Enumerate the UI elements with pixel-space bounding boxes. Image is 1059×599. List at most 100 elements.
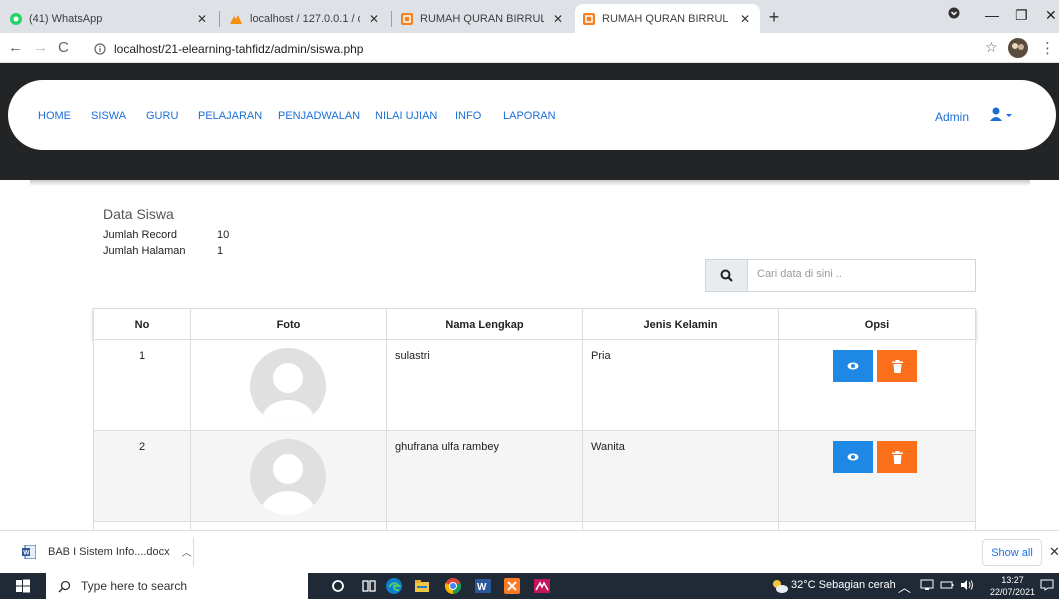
site-favicon	[401, 12, 413, 25]
search-input[interactable]	[757, 268, 967, 280]
new-tab-button[interactable]: +	[763, 8, 785, 28]
site-favicon	[583, 12, 595, 25]
maximize-icon[interactable]: ❐	[1015, 7, 1028, 24]
view-button[interactable]	[833, 350, 873, 382]
nav-info[interactable]: INFO	[455, 110, 481, 122]
url-text: localhost/21-elearning-tahfidz/admin/sis…	[114, 41, 364, 56]
tab-rumah-quran-1[interactable]: RUMAH QURAN BIRRUL WALIDA ✕	[393, 4, 573, 33]
tab-close-icon[interactable]: ✕	[367, 12, 381, 26]
cell-no: 2	[94, 431, 191, 522]
xampp-icon[interactable]	[503, 577, 521, 595]
weather-text: 32°C Sebagian cerah	[791, 579, 896, 591]
cortana-icon[interactable]	[329, 577, 347, 595]
weather-icon[interactable]	[771, 577, 789, 595]
cell-no	[94, 522, 191, 530]
view-button[interactable]	[833, 441, 873, 473]
file-explorer-icon[interactable]	[413, 577, 431, 595]
nav-home[interactable]: HOME	[38, 110, 71, 122]
search-icon	[58, 580, 71, 593]
download-item[interactable]: W BAB I Sistem Info....docx ︿	[22, 544, 192, 559]
cell-nama: ghufrana ulfa rambey	[387, 431, 583, 522]
search-icon	[720, 269, 733, 282]
header-shadow	[30, 180, 1030, 186]
page-count: Jumlah Halaman 1	[103, 245, 223, 257]
nav-siswa[interactable]: SISWA	[91, 110, 126, 122]
download-separator	[193, 537, 194, 567]
page-count-label: Jumlah Halaman	[103, 245, 186, 257]
word-icon[interactable]: W	[474, 577, 492, 595]
chevron-up-icon[interactable]: ︿	[182, 544, 192, 559]
column-header-jenis-kelamin: Jenis Kelamin	[583, 309, 779, 341]
nav-nilai-ujian[interactable]: NILAI UJIAN	[375, 110, 437, 122]
tab-separator	[219, 11, 220, 27]
browser-menu-icon[interactable]: ⋮	[1040, 39, 1055, 57]
close-window-icon[interactable]: ✕	[1045, 7, 1057, 24]
taskbar-search-placeholder: Type here to search	[81, 579, 188, 593]
eye-icon	[847, 362, 859, 370]
page-title: Data Siswa	[103, 206, 174, 222]
whatsapp-icon	[10, 12, 22, 25]
cell-opsi	[779, 340, 975, 431]
tab-rumah-quran-active[interactable]: RUMAH QURAN BIRRUL WALIDA ✕	[575, 4, 760, 33]
cell-jenis-kelamin: Wanita	[583, 431, 779, 522]
chrome-icon[interactable]	[444, 577, 462, 595]
notification-icon[interactable]	[1040, 579, 1054, 591]
column-header-nama: Nama Lengkap	[387, 309, 583, 341]
download-bar: W BAB I Sistem Info....docx ︿ Show all ✕	[0, 530, 1059, 573]
close-download-bar-icon[interactable]: ✕	[1049, 544, 1059, 560]
tab-whatsapp[interactable]: (41) WhatsApp ✕	[2, 4, 217, 33]
user-dropdown-icon[interactable]	[990, 107, 1014, 121]
column-header-opsi: Opsi	[864, 319, 890, 331]
avatar	[250, 348, 326, 424]
download-file-name: BAB I Sistem Info....docx	[48, 545, 170, 558]
edge-icon[interactable]	[385, 577, 403, 595]
column-header-no: No	[94, 309, 191, 341]
browser-tab-bar: (41) WhatsApp ✕ localhost / 127.0.0.1 / …	[0, 0, 1059, 33]
delete-button[interactable]	[877, 350, 917, 382]
chevron-up-tray-icon[interactable]: ︿	[898, 577, 911, 596]
cell-foto	[191, 340, 387, 431]
nav-penjadwalan[interactable]: PENJADWALAN	[278, 110, 360, 122]
avatar	[250, 439, 326, 515]
nav-pelajaran[interactable]: PELAJARAN	[198, 110, 262, 122]
url-field[interactable]: localhost/21-elearning-tahfidz/admin/sis…	[94, 38, 974, 59]
profile-avatar[interactable]	[1008, 38, 1028, 58]
taskbar-search[interactable]: Type here to search	[46, 573, 308, 599]
clock-time: 13:27	[1001, 575, 1024, 585]
app-red-icon[interactable]	[533, 577, 551, 595]
record-count: Jumlah Record 10	[103, 229, 229, 241]
minimize-icon[interactable]: —	[985, 7, 999, 23]
cell-nama: sulastri	[387, 340, 583, 431]
windows-start-icon[interactable]	[14, 577, 32, 595]
nav-admin-link[interactable]: Admin	[935, 110, 969, 124]
show-all-button[interactable]: Show all	[982, 539, 1042, 566]
volume-icon[interactable]	[960, 579, 974, 591]
column-header-foto: Foto	[191, 309, 387, 341]
taskbar-clock[interactable]: 13:27 22/07/2021	[990, 574, 1035, 598]
cell-no: 1	[94, 340, 191, 431]
task-view-icon[interactable]	[360, 577, 378, 595]
back-icon[interactable]: ←	[8, 39, 23, 56]
bookmark-star-icon[interactable]: ☆	[985, 39, 998, 56]
info-icon[interactable]	[94, 42, 106, 55]
cell-opsi	[779, 431, 975, 522]
tab-search-icon[interactable]	[948, 7, 960, 19]
reload-icon[interactable]: C	[58, 39, 69, 56]
record-count-label: Jumlah Record	[103, 229, 177, 241]
nav-guru[interactable]: GURU	[146, 110, 178, 122]
tab-close-icon[interactable]: ✕	[551, 12, 565, 26]
tab-close-icon[interactable]: ✕	[738, 12, 752, 26]
search-box	[705, 259, 976, 292]
battery-icon[interactable]	[940, 579, 954, 591]
cell-nama	[387, 522, 583, 530]
forward-icon[interactable]: →	[33, 39, 48, 56]
tab-phpmyadmin[interactable]: localhost / 127.0.0.1 / db_elearni ✕	[221, 4, 389, 33]
nav-laporan[interactable]: LAPORAN	[503, 110, 556, 122]
table-header: No Foto Nama Lengkap Jenis Kelamin Opsi	[93, 308, 976, 341]
svg-text:W: W	[477, 582, 487, 593]
network-icon[interactable]	[920, 579, 934, 591]
delete-button[interactable]	[877, 441, 917, 473]
search-button[interactable]	[706, 260, 748, 291]
tab-close-icon[interactable]: ✕	[195, 12, 209, 26]
tab-title: (41) WhatsApp	[29, 12, 103, 25]
